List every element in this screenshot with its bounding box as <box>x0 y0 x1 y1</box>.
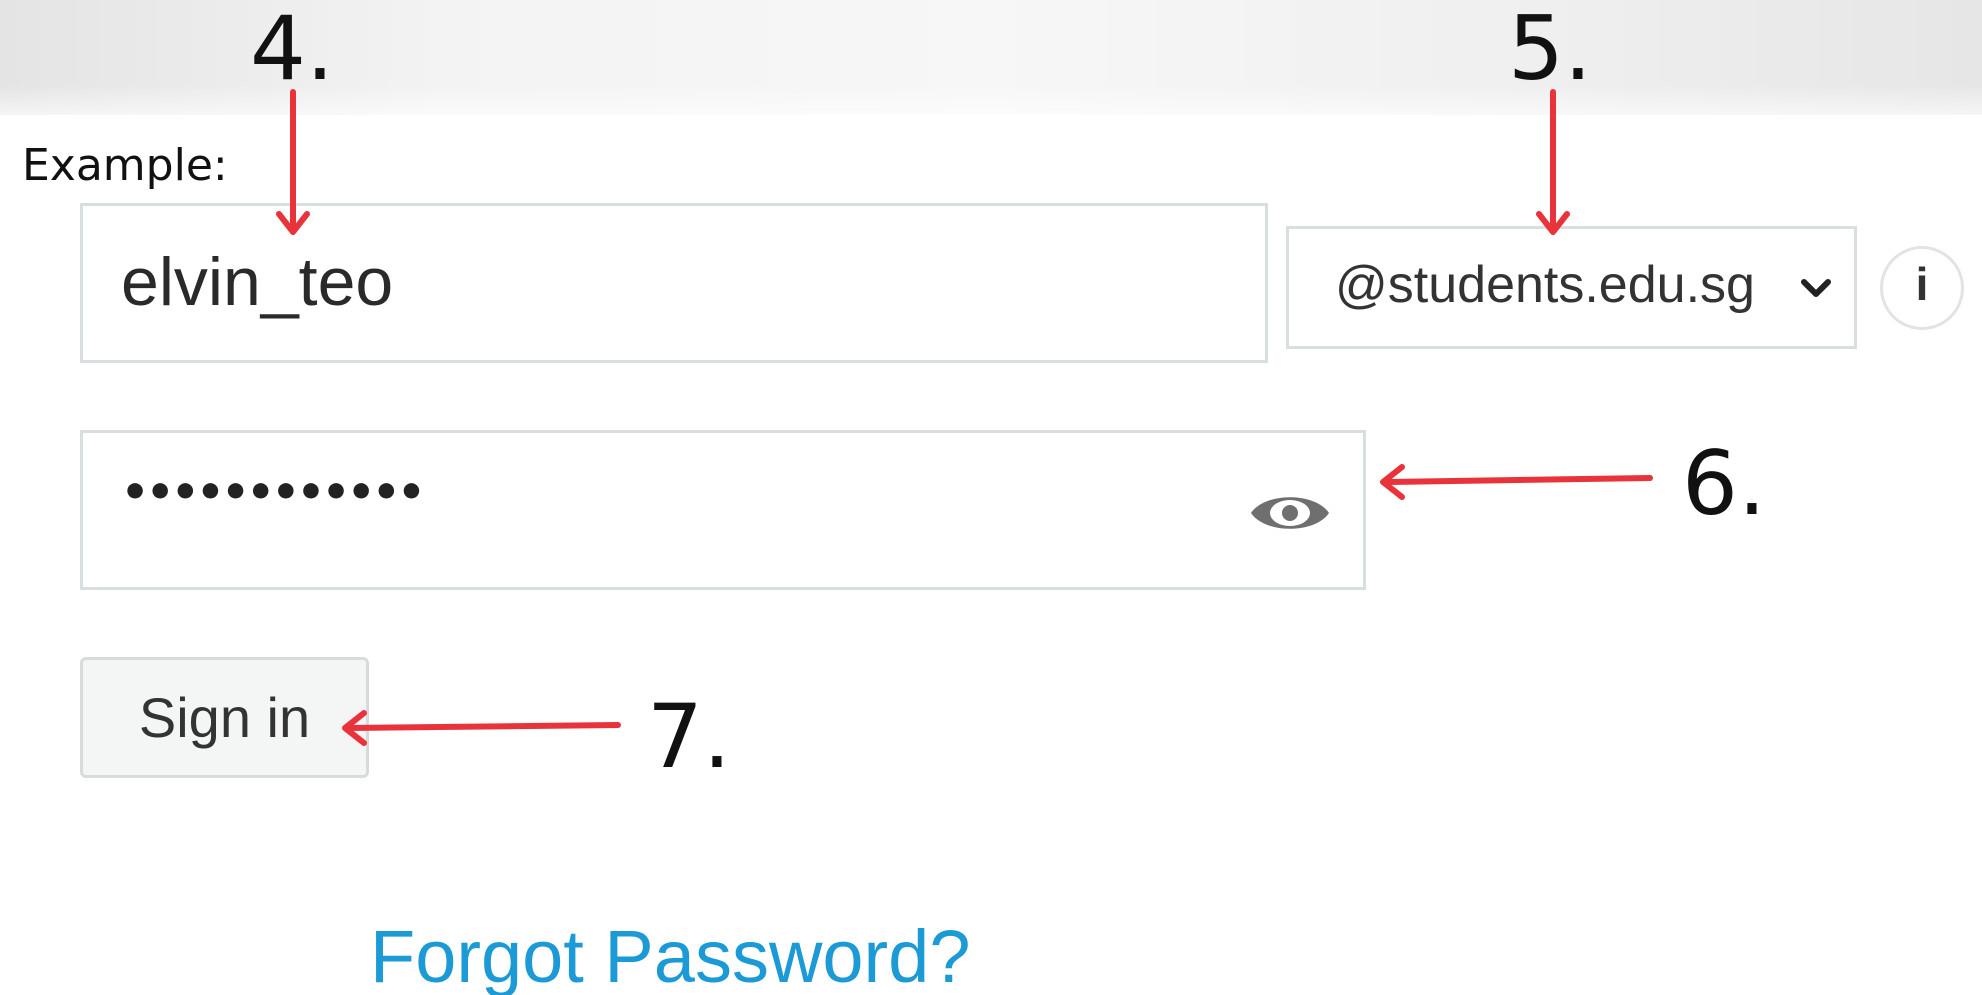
example-label: Example: <box>22 140 228 191</box>
step-4-label: 4. <box>250 0 334 100</box>
info-icon-glyph: i <box>1915 258 1929 310</box>
domain-selected-value: @students.edu.sg <box>1335 256 1755 314</box>
domain-select[interactable]: @students.edu.sg <box>1286 226 1857 349</box>
username-value: elvin_teo <box>121 244 394 320</box>
step-7-label: 7. <box>647 685 731 788</box>
password-masked-value: •••••••••••• <box>121 467 425 518</box>
username-input[interactable]: elvin_teo <box>80 203 1268 363</box>
password-input[interactable]: •••••••••••• <box>80 430 1366 590</box>
info-icon[interactable]: i <box>1880 246 1964 330</box>
step-6-label: 6. <box>1682 432 1766 535</box>
sign-in-label: Sign in <box>138 686 311 749</box>
arrow-icon <box>342 710 621 746</box>
eye-icon[interactable] <box>1248 487 1332 539</box>
step-5-label: 5. <box>1508 0 1592 100</box>
arrow-icon <box>1380 464 1653 500</box>
tutorial-screenshot: Example: elvin_teo @students.edu.sg i ••… <box>0 0 1982 995</box>
forgot-password-link[interactable]: Forgot Password? <box>370 920 971 994</box>
chevron-down-icon <box>1801 279 1831 297</box>
sign-in-button[interactable]: Sign in <box>80 657 369 778</box>
